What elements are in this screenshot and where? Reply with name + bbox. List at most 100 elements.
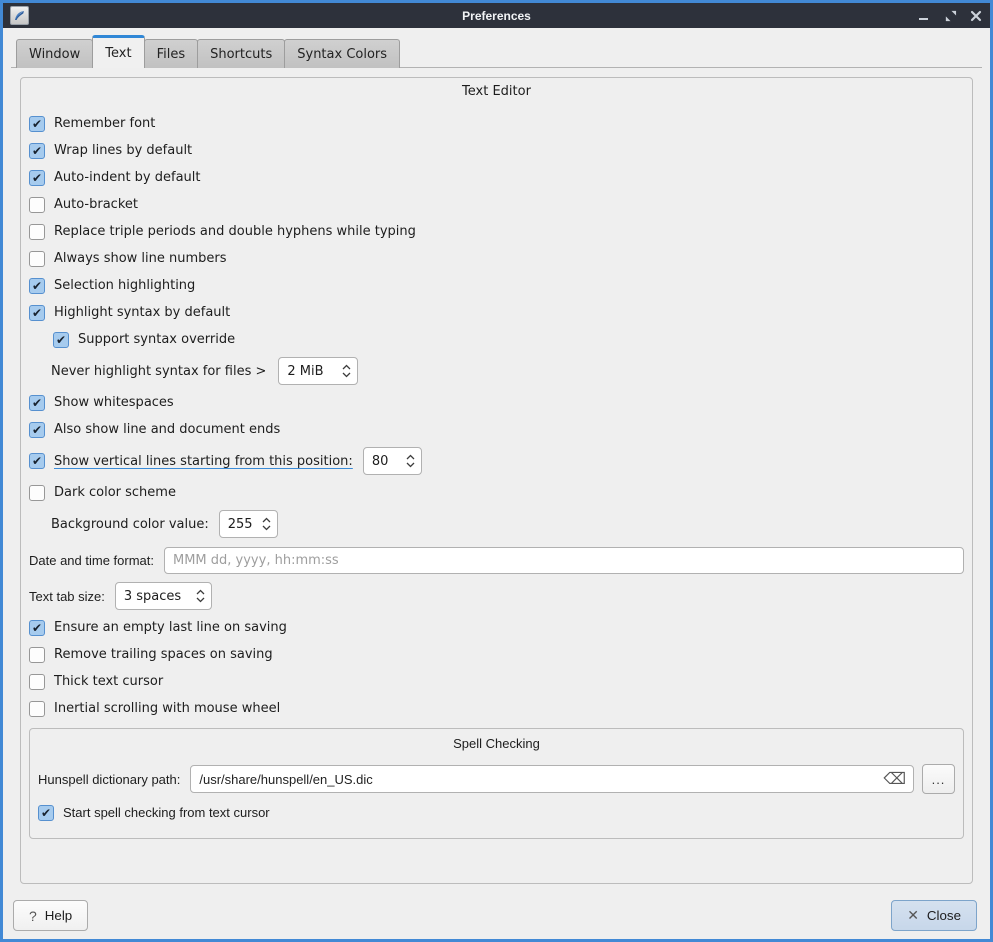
minimize-button[interactable]: [917, 9, 931, 23]
option-selection-highlighting[interactable]: ✔ Selection highlighting: [29, 272, 964, 299]
check-icon: ✔: [41, 807, 51, 819]
vertical-line-position-spinbox[interactable]: 80: [363, 447, 422, 475]
option-replace-periods[interactable]: ✔ Replace triple periods and double hyph…: [29, 218, 964, 245]
checkbox[interactable]: ✔: [29, 224, 45, 240]
option-thick-cursor[interactable]: ✔ Thick text cursor: [29, 668, 964, 695]
checkbox[interactable]: ✔: [53, 332, 69, 348]
clear-field-icon[interactable]: ⌫: [883, 771, 906, 787]
tab-label: Text: [105, 46, 131, 61]
checkbox[interactable]: ✔: [29, 453, 45, 469]
checkbox-label: Always show line numbers: [54, 251, 227, 266]
date-time-format-row: Date and time format:: [29, 542, 964, 578]
hunspell-path-input[interactable]: [190, 765, 914, 793]
option-line-numbers[interactable]: ✔ Always show line numbers: [29, 245, 964, 272]
option-highlight-syntax[interactable]: ✔ Highlight syntax by default: [29, 299, 964, 326]
checkbox[interactable]: ✔: [29, 116, 45, 132]
maximize-restore-button[interactable]: [943, 9, 957, 23]
check-icon: ✔: [32, 424, 42, 436]
check-icon: ✔: [56, 334, 66, 346]
window-menu-button[interactable]: [10, 6, 29, 25]
browse-button[interactable]: ...: [922, 764, 955, 794]
spinbox-value: 80: [372, 454, 405, 469]
tab-files[interactable]: Files: [144, 39, 199, 68]
checkbox-label: Remove trailing spaces on saving: [54, 647, 273, 662]
close-window-button[interactable]: [969, 9, 983, 23]
option-auto-bracket[interactable]: ✔ Auto-bracket: [29, 191, 964, 218]
hunspell-path-label: Hunspell dictionary path:: [38, 772, 180, 787]
tab-label: Syntax Colors: [297, 47, 387, 62]
help-button[interactable]: ? Help: [13, 900, 88, 931]
option-start-spell-cursor[interactable]: ✔ Start spell checking from text cursor: [38, 799, 955, 826]
spinner-up-down-icon[interactable]: [261, 515, 272, 533]
check-icon: ✔: [32, 280, 42, 292]
option-inertial-scrolling[interactable]: ✔ Inertial scrolling with mouse wheel: [29, 695, 964, 722]
checkbox-label: Auto-indent by default: [54, 170, 201, 185]
minimize-icon: [918, 10, 930, 22]
checkbox-label: Show vertical lines starting from this p…: [54, 454, 353, 469]
checkbox[interactable]: ✔: [29, 395, 45, 411]
text-tab-size-label: Text tab size:: [29, 589, 105, 604]
check-icon: ✔: [32, 145, 42, 157]
option-vertical-lines[interactable]: ✔ Show vertical lines starting from this…: [29, 443, 964, 479]
checkbox-label: Ensure an empty last line on saving: [54, 620, 287, 635]
date-time-format-label: Date and time format:: [29, 553, 154, 568]
option-syntax-override[interactable]: ✔ Support syntax override: [29, 326, 964, 353]
max-syntax-size-spinbox[interactable]: 2 MiB: [278, 357, 358, 385]
checkbox-label: Replace triple periods and double hyphen…: [54, 224, 416, 239]
checkbox[interactable]: ✔: [29, 278, 45, 294]
checkbox[interactable]: ✔: [29, 305, 45, 321]
checkbox[interactable]: ✔: [29, 485, 45, 501]
option-dark-scheme[interactable]: ✔ Dark color scheme: [29, 479, 964, 506]
checkbox[interactable]: ✔: [29, 143, 45, 159]
background-color-spinbox[interactable]: 255: [219, 510, 278, 538]
option-remember-font[interactable]: ✔ Remember font: [29, 110, 964, 137]
preferences-tabbar: Window Text Files Shortcuts Syntax Color…: [16, 35, 990, 68]
checkbox[interactable]: ✔: [29, 170, 45, 186]
checkbox-label: Show whitespaces: [54, 395, 174, 410]
checkbox[interactable]: ✔: [29, 197, 45, 213]
checkbox-label: Start spell checking from text cursor: [63, 805, 270, 820]
option-auto-indent[interactable]: ✔ Auto-indent by default: [29, 164, 964, 191]
checkbox[interactable]: ✔: [29, 674, 45, 690]
spinner-up-down-icon[interactable]: [195, 587, 206, 605]
text-tab-size-spinbox[interactable]: 3 spaces: [115, 582, 212, 610]
text-tab-size-row: Text tab size: 3 spaces: [29, 578, 964, 614]
checkbox[interactable]: ✔: [29, 251, 45, 267]
tab-label: Shortcuts: [210, 47, 272, 62]
close-button[interactable]: ✕ Close: [891, 900, 977, 931]
option-remove-trailing[interactable]: ✔ Remove trailing spaces on saving: [29, 641, 964, 668]
window-title: Preferences: [3, 9, 990, 23]
spinner-up-down-icon[interactable]: [405, 452, 416, 470]
titlebar[interactable]: Preferences: [3, 3, 990, 28]
spell-checking-groupbox: Spell Checking Hunspell dictionary path:…: [29, 728, 964, 839]
tab-text[interactable]: Text: [92, 35, 144, 68]
tab-window[interactable]: Window: [16, 39, 93, 68]
checkbox-label: Highlight syntax by default: [54, 305, 230, 320]
option-wrap-lines[interactable]: ✔ Wrap lines by default: [29, 137, 964, 164]
checkbox[interactable]: ✔: [29, 422, 45, 438]
checkbox[interactable]: ✔: [29, 701, 45, 717]
never-highlight-row: Never highlight syntax for files > 2 MiB: [29, 353, 964, 389]
tab-shortcuts[interactable]: Shortcuts: [197, 39, 285, 68]
checkbox-label: Wrap lines by default: [54, 143, 192, 158]
hunspell-path-row: Hunspell dictionary path: ⌫ ...: [38, 759, 955, 799]
tab-syntax-colors[interactable]: Syntax Colors: [284, 39, 400, 68]
background-color-label: Background color value:: [51, 517, 209, 532]
tab-label: Files: [157, 47, 186, 62]
text-editor-groupbox: Text Editor ✔ Remember font ✔ Wrap lines…: [20, 77, 973, 884]
option-show-ends[interactable]: ✔ Also show line and document ends: [29, 416, 964, 443]
spinner-up-down-icon[interactable]: [341, 362, 352, 380]
background-color-row: Background color value: 255: [29, 506, 964, 542]
checkbox[interactable]: ✔: [29, 620, 45, 636]
checkbox[interactable]: ✔: [29, 647, 45, 663]
spinbox-value: 2 MiB: [287, 364, 341, 379]
date-time-format-input[interactable]: [164, 547, 964, 574]
checkbox-label: Selection highlighting: [54, 278, 195, 293]
option-empty-last-line[interactable]: ✔ Ensure an empty last line on saving: [29, 614, 964, 641]
option-show-whitespaces[interactable]: ✔ Show whitespaces: [29, 389, 964, 416]
checkbox[interactable]: ✔: [38, 805, 54, 821]
checkbox-label: Inertial scrolling with mouse wheel: [54, 701, 280, 716]
groupbox-title: Text Editor: [29, 83, 964, 101]
featherpad-app-icon: [13, 9, 26, 22]
check-icon: ✔: [32, 118, 42, 130]
